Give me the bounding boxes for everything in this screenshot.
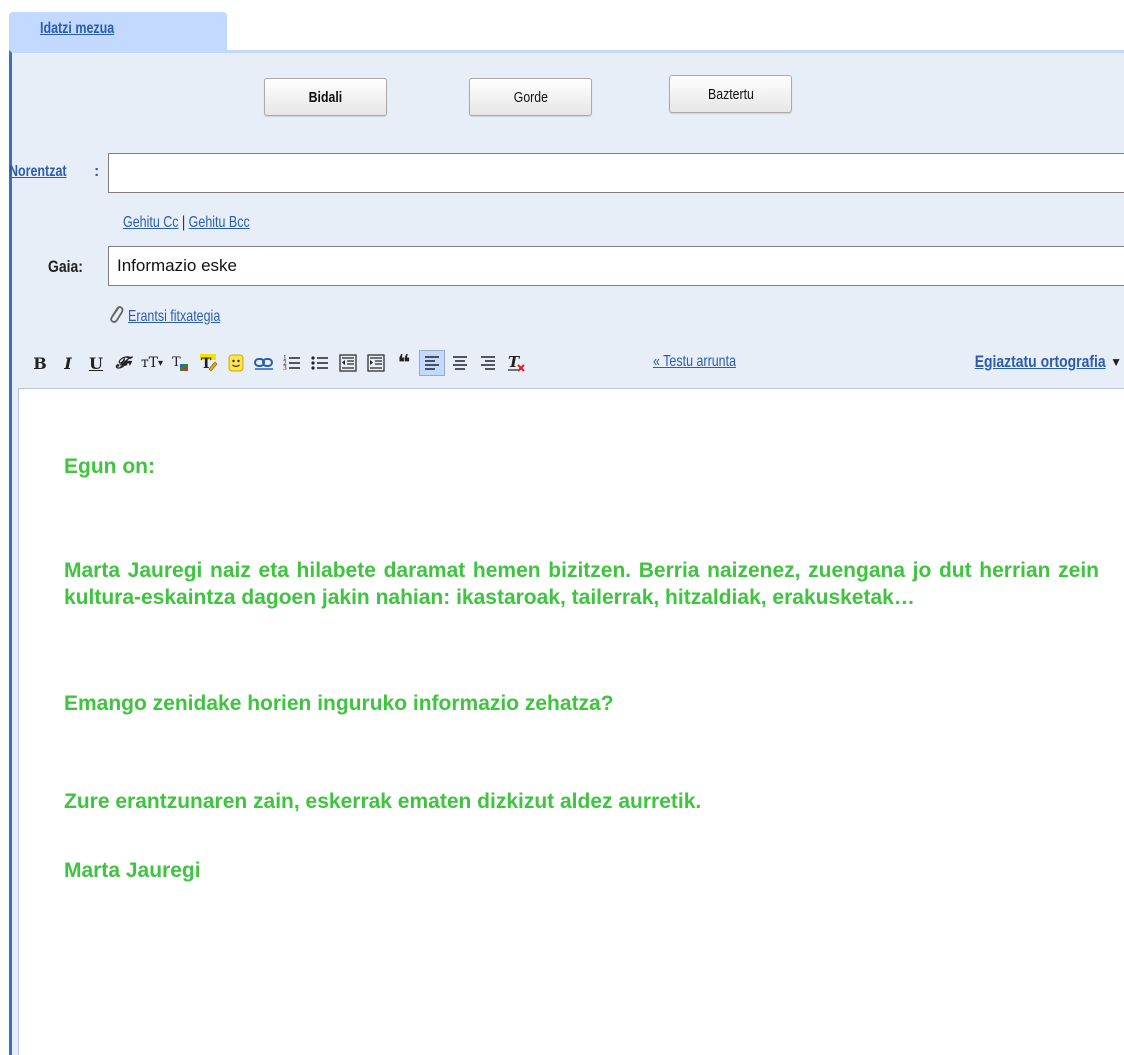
align-right-icon[interactable]	[475, 350, 501, 376]
send-button-label: Bidali	[308, 88, 343, 106]
to-label-link[interactable]: Norentzat	[9, 163, 67, 181]
attach-file[interactable]: Erantsi fitxategia	[108, 304, 246, 329]
body-paragraph: Marta Jauregi naiz eta hilabete daramat …	[64, 559, 1099, 609]
body-question: Emango zenidake horien inguruko informaz…	[64, 692, 614, 715]
to-label-colon: :	[94, 163, 100, 180]
chevron-down-icon[interactable]: ▼	[1110, 355, 1122, 369]
save-button-label: Gorde	[513, 88, 548, 106]
compose-tab[interactable]: Idatzi mezua	[9, 12, 227, 52]
formatting-toolbar: B I U 𝓕 ▾ тT ▾ T T 123 ❝ T	[27, 348, 531, 378]
svg-text:T: T	[172, 355, 181, 370]
text-color-icon[interactable]: T	[167, 350, 193, 376]
spellcheck-link[interactable]: Egiaztatu ortografia	[975, 352, 1106, 372]
bulleted-list-icon[interactable]	[307, 350, 333, 376]
spellcheck-control[interactable]: Egiaztatu ortografia ▼	[946, 352, 1122, 372]
bold-icon[interactable]: B	[27, 350, 53, 376]
italic-icon[interactable]: I	[55, 350, 81, 376]
discard-button-label: Baztertu	[707, 85, 754, 103]
link-icon[interactable]	[251, 350, 277, 376]
attach-file-link[interactable]: Erantsi fitxategia	[128, 308, 220, 326]
subject-label: Gaia:	[48, 257, 83, 276]
numbered-list-icon[interactable]: 123	[279, 350, 305, 376]
remove-formatting-icon[interactable]: T	[503, 350, 529, 376]
emoticon-icon[interactable]	[223, 350, 249, 376]
highlight-color-icon[interactable]: T	[195, 350, 221, 376]
body-greeting: Egun on:	[64, 455, 155, 478]
font-size-icon[interactable]: тT ▾	[139, 350, 165, 376]
quote-icon[interactable]: ❝	[391, 350, 417, 376]
message-body-editor[interactable]	[18, 388, 1124, 1055]
outdent-icon[interactable]	[335, 350, 361, 376]
plain-text-link[interactable]: « Testu arrunta	[653, 353, 736, 371]
underline-icon[interactable]: U	[83, 350, 109, 376]
cc-bcc-links: Gehitu Cc | Gehitu Bcc	[123, 214, 250, 232]
save-button[interactable]: Gorde	[469, 78, 592, 116]
discard-button[interactable]: Baztertu	[669, 75, 792, 113]
to-field[interactable]	[108, 153, 1124, 193]
send-button[interactable]: Bidali	[264, 78, 387, 116]
paperclip-icon	[108, 304, 124, 329]
cc-bcc-separator: |	[178, 214, 189, 231]
font-icon[interactable]: 𝓕 ▾	[111, 350, 137, 376]
align-center-icon[interactable]	[447, 350, 473, 376]
svg-text:3: 3	[283, 365, 287, 372]
indent-icon[interactable]	[363, 350, 389, 376]
add-bcc-link[interactable]: Gehitu Bcc	[189, 214, 250, 231]
body-signature: Marta Jauregi	[64, 859, 201, 882]
add-cc-link[interactable]: Gehitu Cc	[123, 214, 178, 231]
svg-text:T: T	[508, 353, 521, 371]
align-left-icon[interactable]	[419, 350, 445, 376]
subject-field[interactable]	[108, 246, 1124, 286]
compose-tab-label[interactable]: Idatzi mezua	[40, 20, 114, 38]
body-thanks: Zure erantzunaren zain, eskerrak ematen …	[64, 790, 702, 813]
